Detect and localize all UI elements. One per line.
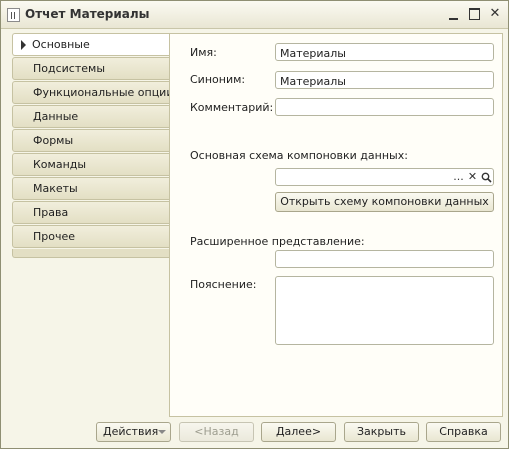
tab-functional-options[interactable]: Функциональные опции <box>12 81 174 104</box>
comment-label: Комментарий: <box>190 101 274 114</box>
back-button[interactable]: <Назад <box>179 422 254 442</box>
report-icon <box>7 8 20 22</box>
report-window: Отчет Материалы ✕ Основные Подсистемы Фу… <box>0 0 509 449</box>
tab-list: Основные Подсистемы Функциональные опции… <box>12 33 174 258</box>
extended-presentation-field[interactable] <box>275 250 494 268</box>
current-tab-arrow-icon <box>21 40 26 50</box>
tab-forms[interactable]: Формы <box>12 129 170 152</box>
close-button[interactable]: Закрыть <box>344 422 419 442</box>
actions-label: Действия <box>103 425 159 438</box>
title-bar: Отчет Материалы ✕ <box>1 1 508 29</box>
window-title: Отчет Материалы <box>25 7 150 21</box>
explanation-label: Пояснение: <box>190 278 257 291</box>
tab-list-end <box>12 249 170 258</box>
close-icon[interactable]: ✕ <box>488 7 502 21</box>
schema-search-icon[interactable] <box>479 169 493 185</box>
tab-commands[interactable]: Команды <box>12 153 170 176</box>
tab-label: Функциональные опции <box>33 86 174 99</box>
tab-main[interactable]: Основные <box>12 33 170 56</box>
tab-label: Основные <box>32 38 90 51</box>
next-button[interactable]: Далее> <box>261 422 336 442</box>
schema-label: Основная схема компоновки данных: <box>190 149 408 162</box>
name-field[interactable]: Материалы <box>275 43 494 61</box>
explanation-field[interactable] <box>275 276 494 345</box>
tab-label: Формы <box>33 134 74 147</box>
tab-label: Подсистемы <box>33 62 106 75</box>
extended-presentation-label: Расширенное представление: <box>190 235 365 248</box>
help-button[interactable]: Справка <box>426 422 501 442</box>
synonym-field[interactable]: Материалы <box>275 71 494 89</box>
schema-select-button[interactable]: ... <box>451 169 466 185</box>
tab-data[interactable]: Данные <box>12 105 170 128</box>
schema-field[interactable]: ... ✕ <box>275 168 494 186</box>
tab-label: Макеты <box>33 182 78 195</box>
actions-button[interactable]: Действия <box>96 422 171 442</box>
tab-templates[interactable]: Макеты <box>12 177 170 200</box>
tab-label: Команды <box>33 158 87 171</box>
tab-label: Прочее <box>33 230 76 243</box>
maximize-icon[interactable] <box>468 7 482 21</box>
synonym-label: Синоним: <box>190 73 246 86</box>
minimize-icon[interactable] <box>447 7 461 21</box>
comment-field[interactable] <box>275 98 494 116</box>
tab-label: Данные <box>33 110 79 123</box>
properties-panel: Имя: Материалы Синоним: Материалы Коммен… <box>169 33 503 417</box>
tab-subsystems[interactable]: Подсистемы <box>12 57 170 80</box>
schema-clear-icon[interactable]: ✕ <box>465 169 480 185</box>
open-schema-button[interactable]: Открыть схему компоновки данных <box>275 192 494 212</box>
tab-other[interactable]: Прочее <box>12 225 170 248</box>
dropdown-caret-icon <box>158 430 166 434</box>
schema-field-buttons: ... ✕ <box>453 169 493 185</box>
name-label: Имя: <box>190 46 217 59</box>
tab-label: Права <box>33 206 69 219</box>
tab-rights[interactable]: Права <box>12 201 170 224</box>
